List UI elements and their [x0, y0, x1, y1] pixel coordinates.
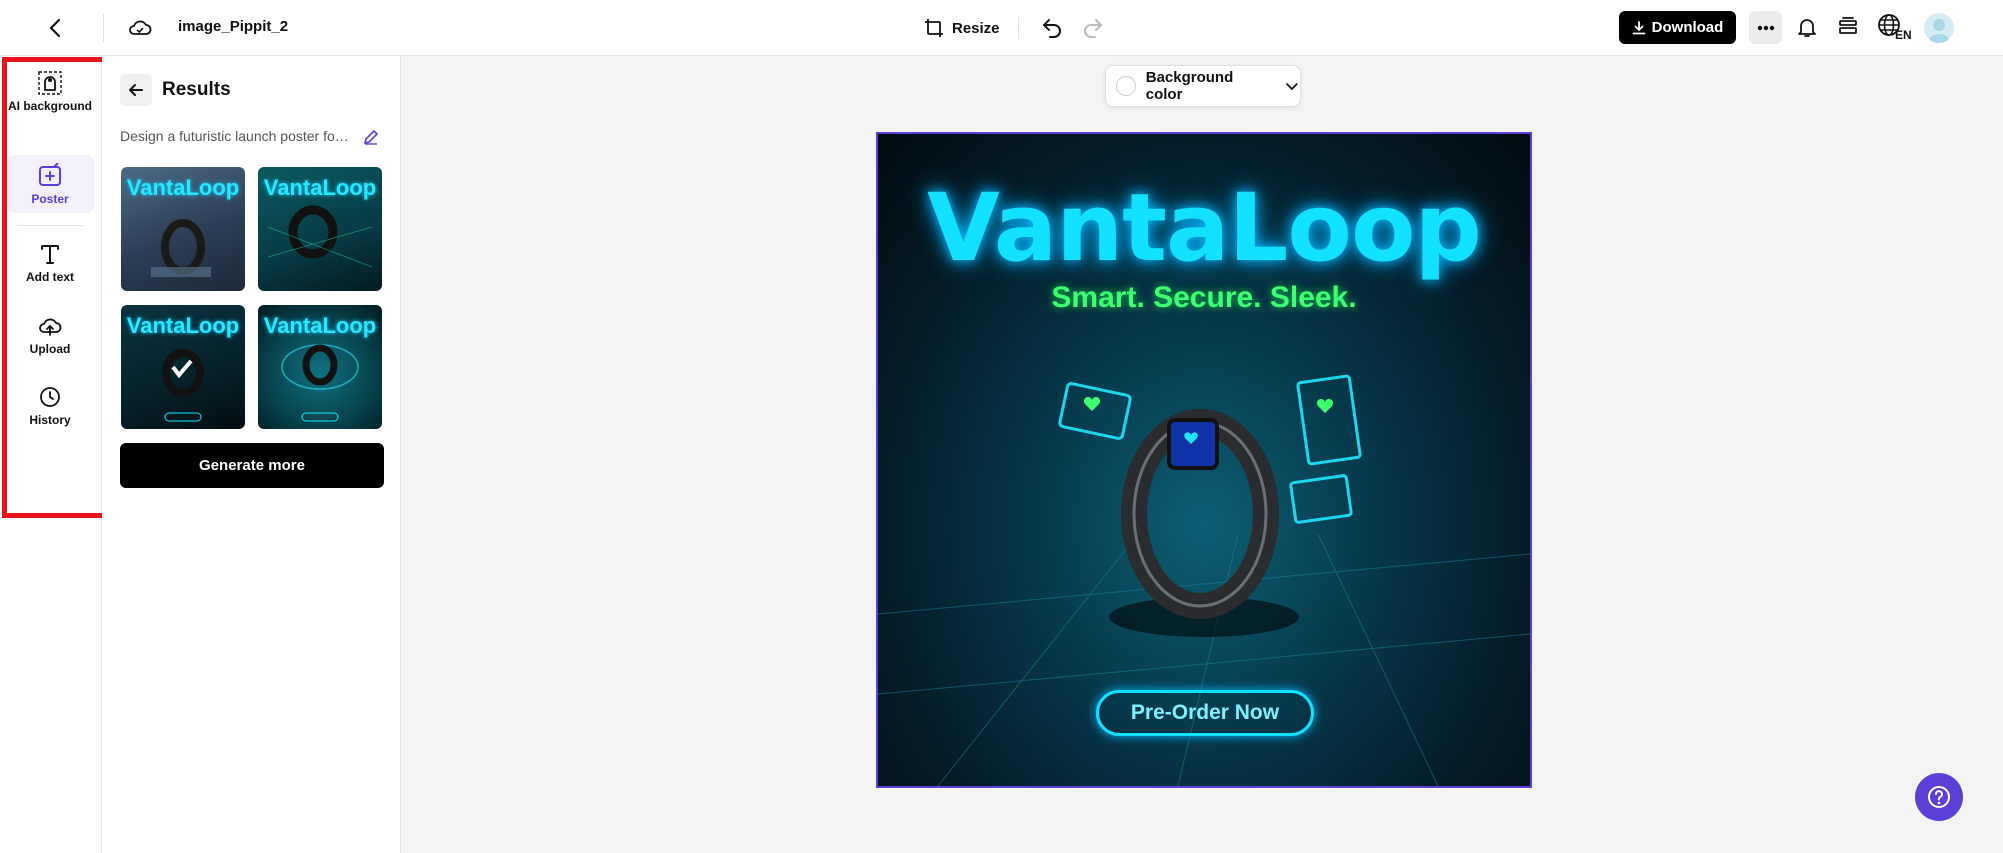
result-thumbnail[interactable]: VantaLoop: [258, 305, 382, 429]
history-clock-icon: [40, 387, 60, 407]
language-code: EN: [1895, 28, 1912, 42]
layers-stack-icon[interactable]: [1836, 15, 1860, 39]
rail-item-label: AI background: [7, 99, 92, 113]
back-arrow-icon[interactable]: [44, 16, 68, 40]
background-color-dropdown[interactable]: Background color: [1105, 65, 1301, 107]
help-button[interactable]: [1915, 773, 1963, 821]
poster-title: VantaLoop: [927, 174, 1482, 283]
rail-item-label: Add text: [26, 270, 74, 284]
question-icon: [1928, 786, 1950, 808]
file-name[interactable]: image_Pippit_20: [178, 18, 288, 35]
back-arrow-icon: [129, 84, 143, 96]
chevron-down-icon: [1286, 83, 1298, 91]
generate-more-button[interactable]: Generate more: [120, 443, 384, 488]
result-thumbnail[interactable]: VantaLoop: [121, 167, 245, 291]
download-button[interactable]: Download: [1619, 11, 1736, 44]
download-icon: [1632, 20, 1646, 34]
undo-icon[interactable]: [1040, 15, 1064, 39]
user-avatar[interactable]: [1924, 13, 1954, 43]
rail-item-history[interactable]: History: [6, 384, 94, 434]
poster-cta-button: Pre-Order Now: [1096, 690, 1314, 736]
poster-icon: [39, 163, 61, 186]
resize-label: Resize: [952, 19, 1000, 37]
divider: [18, 225, 84, 226]
rail-item-label: History: [29, 413, 71, 427]
rail-item-ai-background[interactable]: AI background: [6, 70, 94, 132]
ring-image: [151, 219, 211, 277]
cloud-save-icon[interactable]: [127, 15, 153, 41]
result-thumbnail[interactable]: VantaLoop: [121, 305, 245, 429]
upload-cloud-icon: [39, 318, 62, 336]
results-back-button[interactable]: [120, 74, 152, 106]
result-thumbnail[interactable]: VantaLoop: [258, 167, 382, 291]
rail-item-upload[interactable]: Upload: [6, 313, 94, 363]
more-dots-icon: [1757, 25, 1774, 30]
language-selector[interactable]: EN: [1877, 13, 1912, 43]
ring-image: [267, 205, 373, 268]
results-title: Results: [162, 79, 231, 100]
poster-canvas[interactable]: VantaLoop Smart. Secure. Sleek. Pre-Orde…: [876, 132, 1532, 788]
avatar-icon: [1929, 19, 1949, 43]
rail-item-label: Poster: [31, 192, 69, 206]
ring-image: [162, 349, 204, 422]
prompt-text: Design a futuristic launch poster for Va…: [120, 128, 350, 144]
resize-icon: [925, 19, 943, 37]
notification-bell-icon[interactable]: [1795, 15, 1819, 39]
poster-tagline: Smart. Secure. Sleek.: [1051, 281, 1357, 314]
divider: [103, 14, 104, 42]
more-options-button[interactable]: [1749, 11, 1782, 44]
redo-icon[interactable]: [1081, 15, 1105, 39]
divider: [1018, 17, 1019, 39]
ring-image: [281, 344, 359, 422]
background-color-label: Background color: [1145, 69, 1234, 103]
rail-item-poster[interactable]: Poster: [6, 155, 94, 213]
top-bar: image_Pippit_20 Resize Download EN: [0, 0, 2003, 56]
tool-rail: AI background Poster Add text Upload His…: [0, 56, 102, 853]
text-icon: [41, 245, 59, 264]
color-swatch: [1116, 76, 1136, 96]
ai-background-icon: [38, 71, 62, 95]
download-label: Download: [1651, 19, 1724, 36]
rail-item-add-text[interactable]: Add text: [6, 241, 94, 291]
resize-button[interactable]: Resize: [924, 14, 1000, 42]
edit-pencil-icon[interactable]: [362, 128, 380, 146]
rail-item-label: Upload: [29, 342, 71, 356]
